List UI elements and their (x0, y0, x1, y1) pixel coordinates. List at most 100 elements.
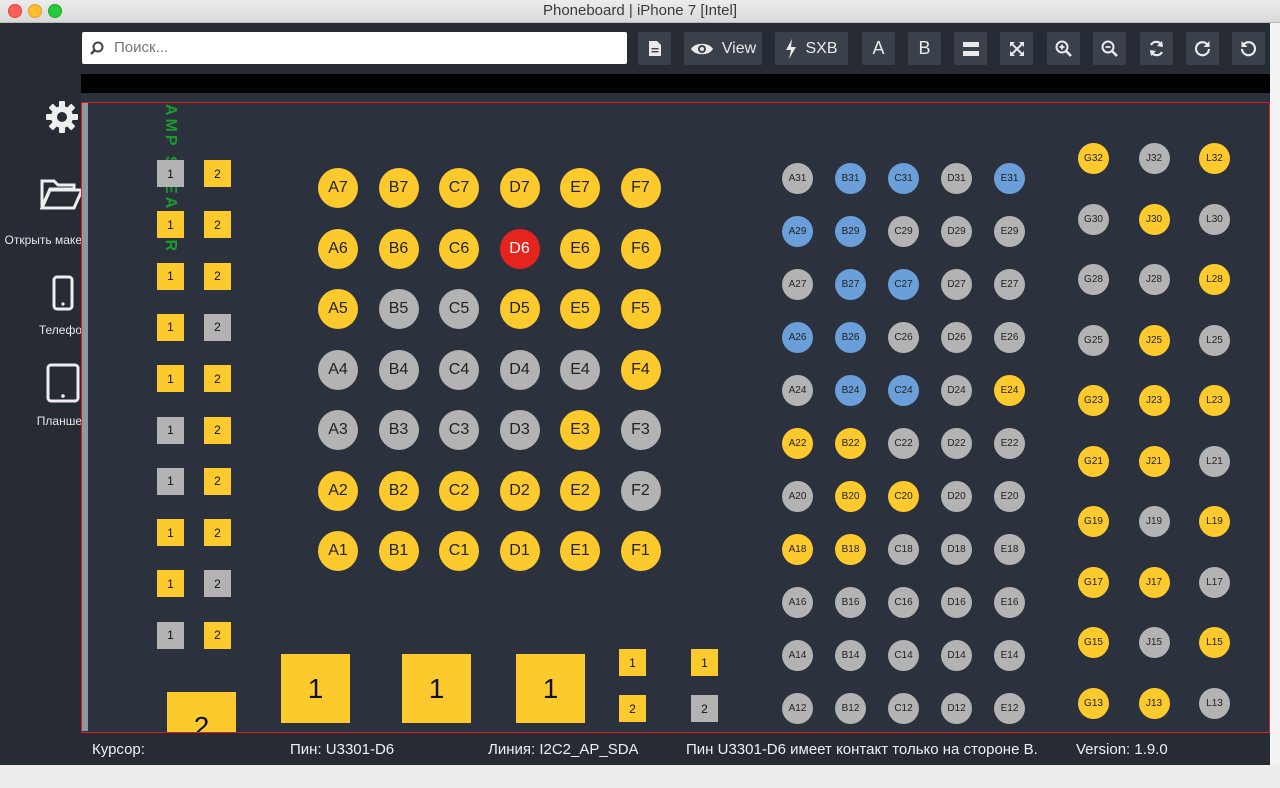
component-pad-2[interactable]: 2 (204, 160, 231, 187)
large-component-pad[interactable]: 1 (281, 654, 350, 723)
bga-pin[interactable]: E1 (560, 531, 600, 571)
bga-pin[interactable]: B12 (835, 693, 866, 724)
bga-pin[interactable]: J28 (1138, 264, 1170, 295)
rotate-left-button[interactable] (1232, 32, 1265, 65)
bga-pin[interactable]: A2 (318, 470, 358, 511)
component-pad-1[interactable]: 1 (157, 313, 184, 341)
bga-pin[interactable]: J25 (1138, 324, 1170, 356)
zoom-out-button[interactable] (1093, 32, 1126, 65)
bga-pin[interactable]: A18 (782, 534, 813, 565)
bga-pin[interactable]: F4 (620, 349, 661, 390)
bga-pin[interactable]: F7 (620, 168, 661, 208)
bga-pin[interactable]: J13 (1138, 687, 1170, 719)
component-pad-1[interactable]: 1 (157, 365, 184, 393)
bga-pin[interactable]: D29 (941, 216, 972, 247)
zoom-in-button[interactable] (1047, 32, 1080, 65)
component-pad-1[interactable]: 1 (619, 649, 646, 676)
bga-pin[interactable]: A12 (782, 693, 813, 724)
document-button[interactable] (638, 32, 671, 65)
component-pad-2[interactable]: 2 (691, 695, 718, 722)
bga-pin[interactable]: J30 (1138, 203, 1170, 235)
bga-pin[interactable]: E27 (994, 269, 1025, 300)
component-pad-1[interactable]: 1 (157, 160, 184, 187)
component-pad-2[interactable]: 2 (204, 365, 231, 393)
bga-pin[interactable]: B3 (378, 410, 419, 450)
bga-pin[interactable]: B18 (835, 534, 866, 565)
bga-pin[interactable]: B29 (835, 216, 866, 247)
bga-pin[interactable]: G25 (1078, 324, 1109, 356)
search-input[interactable] (112, 38, 616, 57)
bga-pin[interactable]: A1 (318, 531, 358, 571)
component-pad-1[interactable]: 1 (157, 467, 184, 495)
bga-pin[interactable]: A7 (318, 168, 358, 208)
view-button[interactable]: View (684, 32, 762, 65)
bga-pin[interactable]: G30 (1078, 203, 1109, 235)
bga-pin[interactable]: A31 (782, 163, 813, 194)
bga-pin[interactable]: B20 (835, 481, 866, 512)
bga-pin[interactable]: D16 (941, 587, 972, 618)
component-pad-1[interactable]: 1 (157, 262, 184, 290)
bga-pin[interactable]: L28 (1199, 264, 1230, 295)
bga-pin[interactable]: D4 (499, 349, 540, 390)
sxb-button[interactable]: SXB (775, 32, 848, 65)
component-pad-2[interactable]: 2 (204, 467, 231, 495)
bga-pin[interactable]: B1 (378, 531, 419, 571)
bga-pin[interactable]: L19 (1199, 506, 1230, 537)
sidebar-item-tablet[interactable]: Планше (0, 361, 82, 431)
side-a-button[interactable]: A (862, 32, 895, 65)
bga-pin[interactable]: E6 (560, 228, 600, 269)
refresh-button[interactable] (1140, 32, 1173, 65)
bga-pin[interactable]: B6 (378, 228, 419, 269)
bga-pin[interactable]: D1 (499, 531, 540, 571)
bga-pin[interactable]: G21 (1078, 445, 1109, 477)
bga-pin[interactable]: E16 (994, 587, 1025, 618)
bga-pin[interactable]: A24 (782, 375, 813, 406)
bga-pin[interactable]: E3 (560, 410, 600, 450)
bga-pin[interactable]: G23 (1078, 385, 1109, 416)
bga-pin[interactable]: A6 (318, 228, 358, 269)
bga-pin[interactable]: C12 (888, 693, 919, 724)
bga-pin[interactable]: E29 (994, 216, 1025, 247)
component-pad-2[interactable]: 2 (204, 262, 231, 290)
search-box[interactable] (82, 32, 627, 64)
bga-pin[interactable]: B24 (835, 375, 866, 406)
bga-pin[interactable]: G28 (1078, 264, 1109, 295)
bga-pin[interactable]: C18 (888, 534, 919, 565)
component-pad-1[interactable]: 1 (157, 621, 184, 649)
bga-pin[interactable]: B22 (835, 428, 866, 459)
bga-pin[interactable]: E31 (994, 163, 1025, 194)
bga-pin[interactable]: C4 (439, 349, 479, 390)
bga-pin[interactable]: B5 (378, 289, 419, 329)
fullscreen-button[interactable] (1000, 32, 1033, 65)
bga-pin[interactable]: G17 (1078, 566, 1109, 598)
bga-pin[interactable]: D22 (941, 428, 972, 459)
component-pad-1[interactable]: 1 (157, 519, 184, 547)
bga-pin[interactable]: G15 (1078, 627, 1109, 658)
large-component-pad-2[interactable]: 2 (167, 692, 236, 733)
sidebar-item-open-layout[interactable]: Открыть маке (0, 173, 82, 248)
bga-pin[interactable]: L30 (1199, 203, 1230, 235)
bga-pin[interactable]: F6 (620, 228, 661, 269)
bga-pin[interactable]: B27 (835, 269, 866, 300)
bga-pin[interactable]: G13 (1078, 687, 1109, 719)
bga-pin[interactable]: E20 (994, 481, 1025, 512)
bga-pin[interactable]: C1 (439, 531, 479, 571)
bga-pin[interactable]: A14 (782, 640, 813, 671)
bga-pin[interactable]: D5 (499, 289, 540, 329)
bga-pin[interactable]: D27 (941, 269, 972, 300)
bga-pin[interactable]: D7 (499, 168, 540, 208)
bga-pin[interactable]: D12 (941, 693, 972, 724)
bga-pin[interactable]: L15 (1199, 627, 1230, 658)
bga-pin[interactable]: A26 (782, 322, 813, 353)
bga-pin[interactable]: E5 (560, 289, 600, 329)
bga-pin[interactable]: A20 (782, 481, 813, 512)
bga-pin[interactable]: L21 (1199, 445, 1230, 477)
bga-pin[interactable]: L17 (1199, 566, 1230, 598)
bga-pin[interactable]: D18 (941, 534, 972, 565)
component-pad-1[interactable]: 1 (157, 416, 184, 444)
large-component-pad[interactable]: 1 (402, 654, 471, 723)
bga-pin[interactable]: C5 (439, 289, 479, 329)
bga-pin[interactable]: B4 (378, 349, 419, 390)
component-pad-2[interactable]: 2 (619, 695, 646, 722)
bga-pin[interactable]: J32 (1138, 143, 1170, 174)
